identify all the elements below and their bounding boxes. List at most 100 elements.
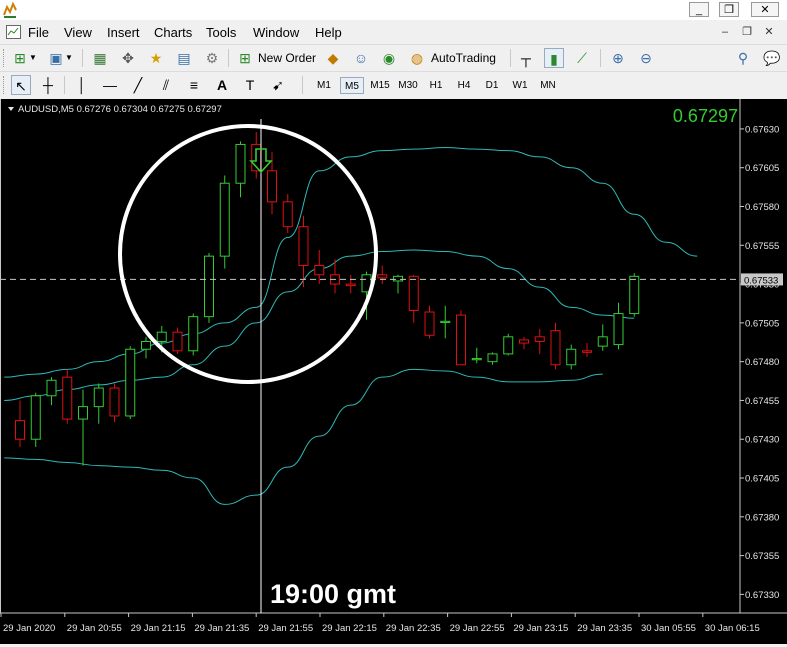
child-restore-button[interactable]: ❐ — [740, 25, 754, 39]
price-tick-label: 0.67380 — [745, 512, 779, 523]
price-tick-label: 0.67405 — [745, 474, 779, 485]
candle-body — [15, 420, 25, 440]
line-chart-icon[interactable]: ⟋ — [572, 48, 592, 68]
candle-body — [204, 255, 214, 318]
candle-body — [534, 336, 545, 342]
timeframe-h1-button[interactable]: H1 — [424, 77, 448, 94]
candle-body — [629, 275, 640, 315]
data-window-icon[interactable]: ✥ — [118, 48, 138, 68]
price-tick-label: 0.67555 — [745, 241, 779, 252]
time-tick-label: 29 Jan 23:15 — [513, 623, 568, 634]
profiles-icon[interactable]: ▣ — [46, 48, 66, 68]
new-chart-icon[interactable]: ⊞ — [10, 48, 30, 68]
chat-bubble-icon[interactable]: 💬 — [762, 48, 782, 68]
price-tick-label: 0.67505 — [745, 318, 779, 329]
restore-button[interactable]: ❐ — [719, 2, 739, 17]
current-price: 0.67297 — [673, 106, 738, 126]
candle-body — [46, 379, 57, 397]
menu-window[interactable]: Window — [253, 25, 299, 40]
crosshair-icon[interactable]: ┼ — [38, 75, 58, 95]
toolbar-grip[interactable] — [3, 76, 7, 94]
terminal-icon[interactable]: ▤ — [174, 48, 194, 68]
time-tick-label: 29 Jan 21:15 — [131, 623, 186, 634]
candle-body — [235, 143, 246, 184]
zoom-in-icon[interactable]: ⊕ — [608, 48, 628, 68]
equidistant-channel-icon[interactable]: ⫽ — [156, 75, 176, 95]
cursor-icon[interactable]: ↖ — [11, 75, 31, 95]
candle-body — [377, 274, 388, 279]
text-label-icon[interactable]: T — [240, 75, 260, 95]
timeframe-d1-button[interactable]: D1 — [480, 77, 504, 94]
chart-window[interactable]: 0.676300.676050.675800.675550.675300.675… — [0, 99, 787, 644]
bollinger-upper-band — [4, 147, 698, 378]
separator — [82, 49, 83, 67]
menu-view[interactable]: View — [64, 25, 92, 40]
candle-body — [314, 264, 325, 276]
price-tick-label: 0.67455 — [745, 396, 779, 407]
candle-body — [487, 353, 498, 363]
metaeditor-icon[interactable]: ◆ — [323, 48, 343, 68]
candle-body — [125, 348, 136, 417]
time-tick-label: 30 Jan 05:55 — [641, 623, 696, 634]
menu-insert[interactable]: Insert — [107, 25, 140, 40]
close-button[interactable]: ✕ — [751, 2, 779, 17]
candle-body — [298, 226, 309, 266]
candle-body — [503, 336, 514, 355]
menu-charts[interactable]: Charts — [154, 25, 192, 40]
child-minimize-button[interactable]: – — [718, 25, 732, 39]
navigator-icon[interactable]: ★ — [146, 48, 166, 68]
chart-menu-triangle — [8, 107, 14, 111]
time-tick-label: 29 Jan 23:35 — [577, 623, 632, 634]
time-annotation: 19:00 gmt — [270, 579, 396, 609]
fibonacci-icon[interactable]: ≡ — [184, 75, 204, 95]
tester-icon[interactable]: ⚙ — [202, 48, 222, 68]
timeframe-m5-button[interactable]: M5 — [340, 77, 364, 94]
timeframe-w1-button[interactable]: W1 — [508, 77, 532, 94]
candle-body — [456, 314, 466, 366]
timeframe-m15-button[interactable]: M15 — [368, 77, 392, 94]
signals-icon[interactable]: ◉ — [379, 48, 399, 68]
price-chart[interactable]: 0.676300.676050.675800.675550.675300.675… — [0, 99, 787, 644]
candle-body — [471, 358, 482, 361]
chevron-down-icon[interactable]: ▼ — [28, 48, 38, 68]
zoom-out-icon[interactable]: ⊖ — [636, 48, 656, 68]
timeframe-h4-button[interactable]: H4 — [452, 77, 476, 94]
text-icon[interactable]: A — [212, 75, 232, 95]
candle-body — [188, 316, 199, 352]
bar-chart-icon[interactable]: ┬ — [516, 48, 536, 68]
timeframe-m1-button[interactable]: M1 — [312, 77, 336, 94]
trendline-icon[interactable]: ╱ — [128, 75, 148, 95]
price-tick-label: 0.67430 — [745, 435, 779, 446]
candle-body — [219, 182, 230, 257]
candle-body — [582, 350, 592, 353]
separator — [64, 76, 65, 94]
chat-icon[interactable]: ☺ — [351, 48, 371, 68]
time-tick-label: 29 Jan 21:55 — [258, 623, 313, 634]
price-tick-label: 0.67630 — [745, 124, 779, 135]
timeframe-m30-button[interactable]: M30 — [396, 77, 420, 94]
chart-window-icon[interactable] — [6, 25, 21, 39]
horizontal-line-icon[interactable]: — — [100, 75, 120, 95]
vertical-line-icon[interactable]: │ — [72, 75, 92, 95]
toolbar-grip[interactable] — [3, 49, 7, 67]
candle-body — [30, 395, 41, 440]
menu-help[interactable]: Help — [315, 25, 342, 40]
minimize-button[interactable]: _ — [689, 2, 709, 17]
time-tick-label: 30 Jan 06:15 — [705, 623, 760, 634]
candle-body — [93, 387, 104, 408]
arrows-icon[interactable]: ➹ — [268, 75, 288, 95]
child-close-button[interactable]: ✕ — [762, 25, 776, 39]
time-tick-label: 29 Jan 22:15 — [322, 623, 377, 634]
menu-tools[interactable]: Tools — [206, 25, 236, 40]
separator — [228, 49, 229, 67]
highlight-circle — [118, 124, 378, 384]
candlestick-icon[interactable]: ▮ — [544, 48, 564, 68]
market-watch-icon[interactable]: ▦ — [90, 48, 110, 68]
search-icon[interactable]: ⚲ — [733, 48, 753, 68]
profiles-chevron-down-icon[interactable]: ▼ — [64, 48, 74, 68]
price-tick-label: 0.67480 — [745, 357, 779, 368]
menu-file[interactable]: File — [28, 25, 49, 40]
timeframe-mn-button[interactable]: MN — [536, 77, 560, 94]
candle-body — [424, 311, 435, 336]
price-tick-label: 0.67330 — [745, 590, 779, 601]
